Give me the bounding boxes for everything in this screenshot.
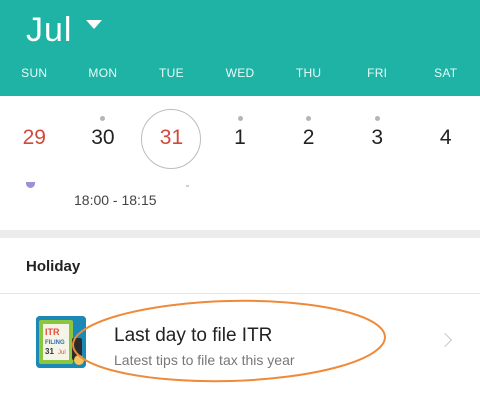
day-cell[interactable]: 29 [0, 96, 69, 180]
weekday-label: SAT [434, 66, 458, 80]
day-number: 4 [439, 126, 452, 149]
event-color-marker-icon [26, 182, 35, 188]
day-number: 30 [91, 126, 115, 149]
day-number: 3 [371, 126, 384, 149]
day-cell-selected[interactable]: 31 [137, 96, 206, 180]
event-dot-icon [237, 116, 243, 121]
day-number: 2 [302, 126, 315, 149]
weekday-label: TUE [158, 66, 184, 80]
calendar-header: Jul SUN MON TUE WED THU FRI SAT [0, 0, 480, 96]
weekday-header-row: SUN MON TUE WED THU FRI SAT [0, 66, 480, 90]
weekday-label: THU [295, 66, 322, 80]
day-cell[interactable]: 2 [274, 96, 343, 180]
day-number: 31 [159, 126, 184, 149]
day-cell[interactable]: 30 [69, 96, 138, 180]
event-dot-icon [306, 116, 312, 121]
day-row: 29 30 31 1 2 3 4 [0, 96, 480, 180]
weekday-label: FRI [367, 66, 388, 80]
month-selector[interactable]: Jul [26, 8, 103, 52]
thumbnail-text: Jul [58, 350, 66, 356]
section-title: Holiday [26, 258, 81, 275]
day-cell[interactable]: 3 [343, 96, 412, 180]
event-time[interactable]: 18:00 - 18:15 [74, 192, 157, 208]
weekday-label: WED [225, 66, 255, 80]
holiday-card: Holiday ITR FILING 31 Jul Last day to fi… [0, 238, 480, 400]
month-label[interactable]: Jul [26, 11, 72, 50]
weekday-label: MON [88, 66, 118, 80]
thumbnail-text: ITR [45, 327, 60, 337]
dropdown-caret-icon[interactable] [86, 19, 103, 29]
itr-thumbnail-image: ITR FILING 31 Jul [36, 316, 86, 368]
day-cell[interactable]: 1 [206, 96, 275, 180]
week-strip: 29 30 31 1 2 3 4 18:00 - 18:15 [0, 96, 480, 230]
holiday-list-item[interactable]: ITR FILING 31 Jul Last day to file ITR L… [0, 294, 480, 392]
day-number: 1 [234, 126, 246, 149]
thumbnail-text: FILING [45, 340, 65, 346]
weekday-label: SUN [21, 66, 48, 80]
chevron-right-icon[interactable] [437, 332, 453, 348]
day-number: 29 [22, 126, 46, 149]
event-title-fragment [186, 185, 189, 187]
thumbnail-text: 31 [45, 347, 54, 356]
event-dot-icon [374, 116, 380, 121]
holiday-item-subtitle: Latest tips to file tax this year [114, 352, 295, 368]
holiday-item-title: Last day to file ITR [114, 325, 273, 346]
event-dot-icon [100, 116, 106, 121]
day-cell[interactable]: 4 [411, 96, 480, 180]
